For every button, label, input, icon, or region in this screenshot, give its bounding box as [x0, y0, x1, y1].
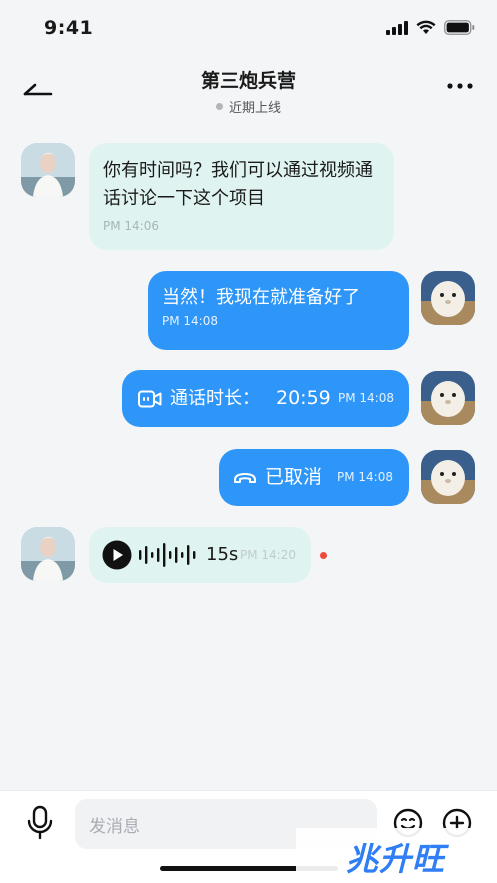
my-avatar[interactable] — [421, 271, 475, 325]
message-time: PM 14:08 — [162, 314, 218, 328]
watermark: 兆升旺 — [296, 828, 497, 883]
play-icon[interactable] — [102, 540, 132, 570]
message-bubble-outgoing[interactable]: 当然！我现在就准备好了 PM 14:08 — [148, 271, 409, 350]
contact-avatar-image — [21, 143, 75, 197]
nav-bar: 第三炮兵营 近期上线 — [0, 58, 497, 118]
message-text: 你有时间吗？我们可以通过视频通话讨论一下这个项目 — [103, 160, 373, 209]
status-bar: 9:41 — [0, 0, 497, 58]
more-button[interactable] — [445, 76, 477, 96]
unread-dot — [320, 552, 327, 559]
my-avatar-image — [421, 450, 475, 504]
my-avatar-image — [421, 271, 475, 325]
wifi-icon — [416, 20, 436, 34]
signal-icon — [386, 20, 408, 35]
status-icons — [386, 20, 475, 35]
watermark-text: 兆升旺 — [346, 840, 446, 878]
message-time: PM 14:08 — [338, 391, 394, 405]
microphone-icon — [27, 805, 53, 840]
status-time: 9:41 — [44, 17, 94, 39]
hang-up-icon — [234, 473, 256, 483]
message-time: PM 14:20 — [240, 548, 296, 562]
chat-title: 第三炮兵营 — [200, 70, 296, 92]
message-bubble-incoming[interactable]: 你有时间吗？我们可以通过视频通话讨论一下这个项目 PM 14:06 — [89, 143, 394, 250]
title-block: 第三炮兵营 近期上线 — [0, 66, 497, 116]
chat-status: 近期上线 — [0, 97, 497, 116]
call-duration-value: 20:59 — [276, 387, 331, 409]
cancelled-call-bubble[interactable]: 已取消 PM 14:08 — [219, 449, 409, 506]
status-dot — [215, 103, 223, 110]
message-text: 当然！我现在就准备好了 — [162, 287, 360, 308]
video-call-icon — [138, 390, 162, 408]
contact-avatar-image — [21, 527, 75, 581]
message-time: PM 14:08 — [337, 470, 393, 484]
my-avatar[interactable] — [421, 450, 475, 504]
more-dots-icon — [447, 83, 473, 89]
contact-avatar[interactable] — [21, 527, 75, 581]
call-record-bubble[interactable]: 通话时长： 20:59 PM 14:08 — [122, 370, 409, 427]
battery-icon — [444, 20, 475, 35]
cancelled-label: 已取消 — [265, 466, 323, 488]
voice-input-button[interactable] — [24, 805, 56, 841]
voice-duration: 15s — [206, 544, 239, 565]
my-avatar[interactable] — [421, 371, 475, 425]
waveform-icon — [139, 543, 196, 567]
message-time: PM 14:06 — [103, 219, 159, 233]
my-avatar-image — [421, 371, 475, 425]
call-duration-label: 通话时长： — [170, 388, 260, 409]
voice-message-bubble[interactable]: 15s PM 14:20 — [89, 527, 311, 583]
contact-avatar[interactable] — [21, 143, 75, 197]
status-text: 近期上线 — [228, 101, 281, 116]
